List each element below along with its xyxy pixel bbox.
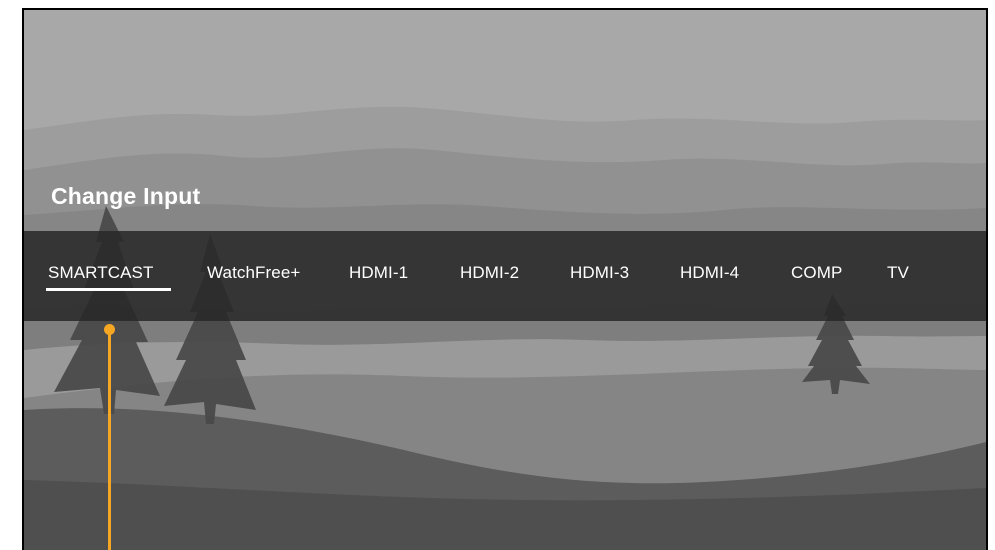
input-tab-label: TV — [887, 263, 909, 282]
input-tab-label: HDMI-2 — [460, 263, 520, 282]
tv-screen: Change Input SMARTCAST WatchFree+ HDMI-1… — [22, 8, 988, 550]
page-title: Change Input — [51, 183, 201, 209]
selected-indicator — [46, 288, 171, 291]
input-tab-label: HDMI-3 — [570, 263, 630, 282]
input-tab-smartcast[interactable]: SMARTCAST — [46, 263, 171, 291]
focus-callout-line — [108, 328, 111, 550]
input-tab-label: SMARTCAST — [48, 263, 154, 282]
input-tab-comp[interactable]: COMP — [791, 263, 842, 283]
input-tab-label: COMP — [791, 263, 843, 282]
input-selector-bar: SMARTCAST WatchFree+ HDMI-1 HDMI-2 HDMI-… — [24, 231, 986, 321]
input-tab-tv[interactable]: TV — [887, 263, 909, 283]
input-tab-label: WatchFree+ — [207, 263, 301, 282]
input-tab-label: HDMI-4 — [680, 263, 740, 282]
input-tab-hdmi-3[interactable]: HDMI-3 — [570, 263, 629, 283]
input-tab-hdmi-1[interactable]: HDMI-1 — [349, 263, 408, 283]
input-tab-hdmi-2[interactable]: HDMI-2 — [460, 263, 519, 283]
input-tab-label: HDMI-1 — [349, 263, 409, 282]
input-tab-watchfree[interactable]: WatchFree+ — [207, 263, 300, 283]
input-tab-hdmi-4[interactable]: HDMI-4 — [680, 263, 739, 283]
